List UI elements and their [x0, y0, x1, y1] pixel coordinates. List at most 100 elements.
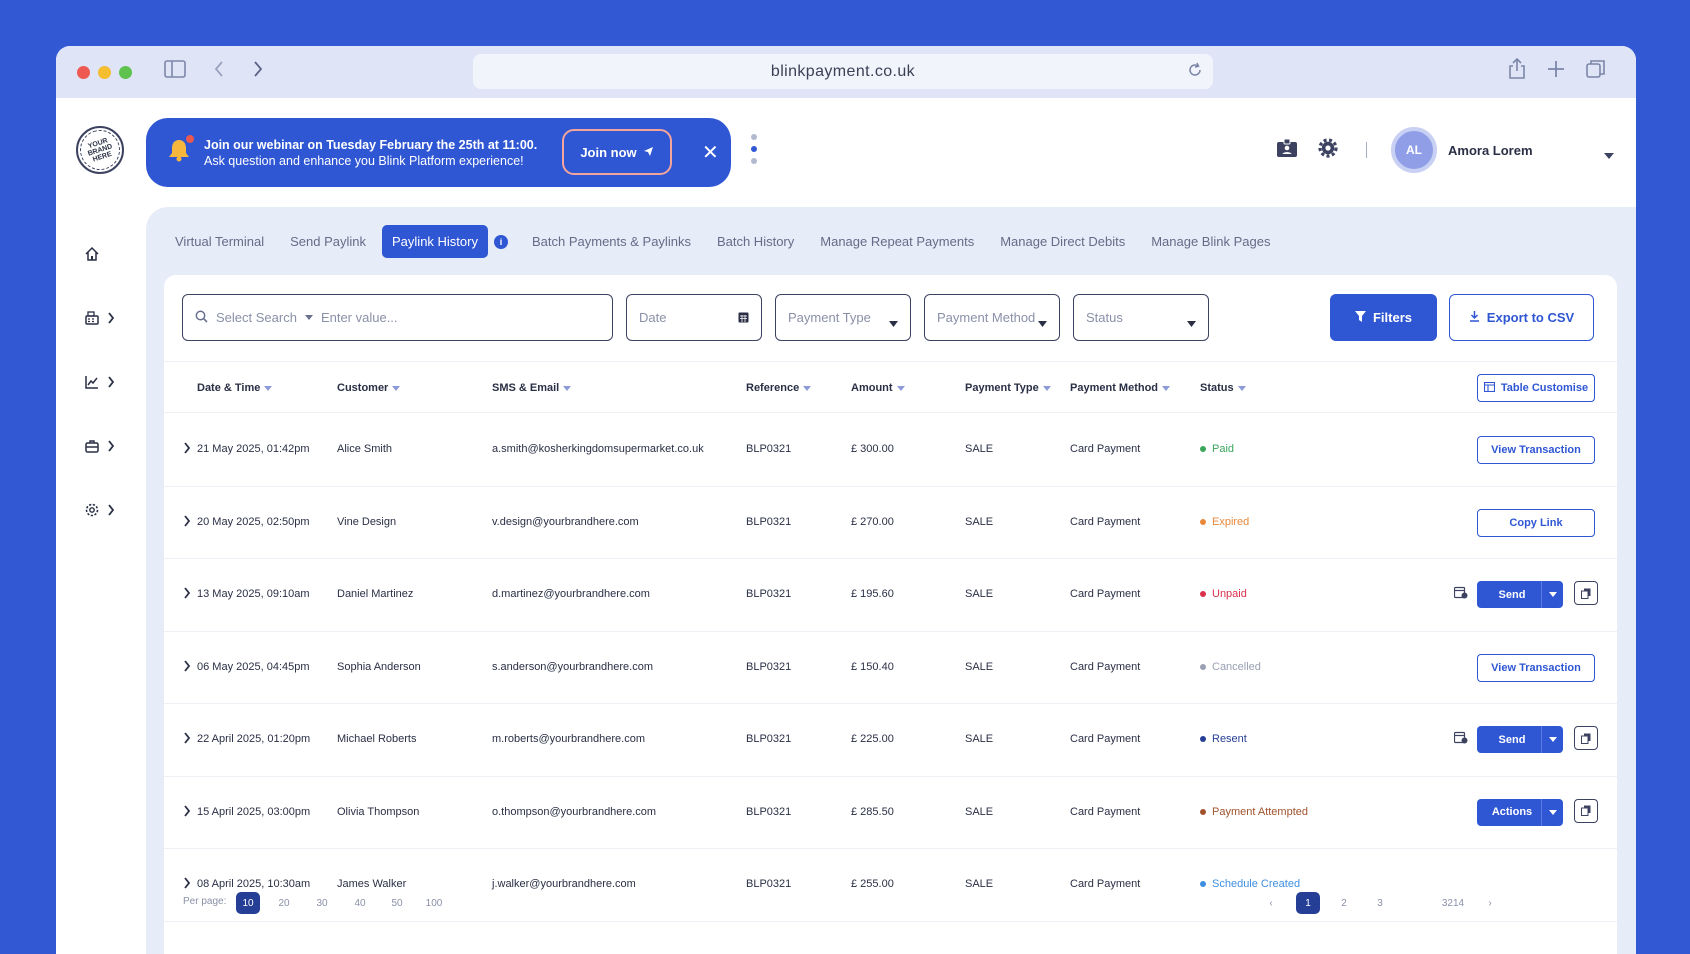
sidebar-item-terminal[interactable]	[84, 288, 124, 352]
carousel-dot[interactable]	[751, 158, 757, 164]
column-payment-type[interactable]: Payment Type	[965, 382, 1051, 394]
next-page-icon[interactable]: ›	[1478, 892, 1502, 914]
avatar[interactable]: AL	[1391, 127, 1437, 173]
per-page-20[interactable]: 20	[272, 892, 296, 914]
table-row[interactable]: 13 May 2025, 09:10am Daniel Martinez d.mar…	[164, 559, 1617, 632]
tab-direct-debits[interactable]: Manage Direct Debits	[990, 225, 1135, 258]
column-status[interactable]: Status	[1200, 382, 1246, 394]
maximize-window-button[interactable]	[119, 65, 132, 79]
view-transaction-button[interactable]: View Transaction	[1477, 436, 1595, 464]
per-page-50[interactable]: 50	[385, 892, 409, 914]
settings-gear-icon[interactable]	[1318, 138, 1338, 163]
chevron-right-icon	[107, 311, 115, 329]
close-banner-icon[interactable]: ✕	[702, 140, 719, 165]
payment-type-select[interactable]: Payment Type	[775, 294, 911, 341]
column-reference[interactable]: Reference	[746, 382, 812, 394]
address-bar[interactable]: blinkpayment.co.uk	[473, 54, 1213, 89]
export-csv-button[interactable]: Export to CSV	[1449, 294, 1594, 341]
per-page-40[interactable]: 40	[348, 892, 372, 914]
brand-logo[interactable]: YOUR BRAND HERE	[74, 124, 126, 176]
schedule-calendar-icon[interactable]	[1453, 731, 1468, 749]
per-page-10[interactable]: 10	[236, 892, 260, 914]
expand-row-chevron-icon[interactable]	[183, 659, 191, 677]
column-sms-email[interactable]: SMS & Email	[492, 382, 572, 394]
chevron-down-icon	[1038, 315, 1047, 330]
table-row[interactable]: 15 April 2025, 03:00pm Olivia Thompson o.t…	[164, 777, 1617, 849]
payment-method-select[interactable]: Payment Method	[924, 294, 1060, 341]
sidebar-item-home[interactable]	[84, 224, 124, 288]
forward-icon[interactable]	[252, 60, 264, 83]
tabs-overview-icon[interactable]	[1586, 59, 1606, 84]
tab-batch-history[interactable]: Batch History	[707, 225, 804, 258]
table-row[interactable]: 21 May 2025, 01:42pm Alice Smith a.smith@k…	[164, 414, 1617, 487]
sidebar-item-business[interactable]	[84, 416, 124, 480]
table-row[interactable]: 06 May 2025, 04:45pm Sophia Anderson s.and…	[164, 632, 1617, 704]
tab-repeat-payments[interactable]: Manage Repeat Payments	[810, 225, 984, 258]
expand-row-chevron-icon[interactable]	[183, 514, 191, 532]
row-payment-type: SALE	[965, 733, 994, 745]
expand-row-chevron-icon[interactable]	[183, 804, 191, 822]
copy-icon[interactable]	[1574, 798, 1598, 823]
prev-page-icon[interactable]: ‹	[1259, 892, 1283, 914]
copy-link-button[interactable]: Copy Link	[1477, 508, 1595, 537]
sidebar-item-settings[interactable]	[84, 480, 124, 544]
search-field[interactable]: Select Search Enter value...	[182, 294, 613, 341]
column-customer[interactable]: Customer	[337, 382, 401, 394]
minimize-window-button[interactable]	[98, 65, 111, 79]
per-page-30[interactable]: 30	[310, 892, 334, 914]
page-2[interactable]: 2	[1332, 892, 1356, 914]
user-menu-chevron-down-icon[interactable]	[1604, 146, 1614, 164]
page-3[interactable]: 3	[1368, 892, 1392, 914]
expand-row-chevron-icon[interactable]	[183, 586, 191, 604]
id-card-icon[interactable]	[1276, 138, 1298, 163]
table-row[interactable]: 20 May 2025, 02:50pm Vine Design v.design@…	[164, 487, 1617, 559]
send-button[interactable]: Send	[1477, 726, 1563, 753]
join-now-button[interactable]: Join now	[562, 129, 672, 175]
sidebar-item-reports[interactable]	[84, 352, 124, 416]
chevron-down-icon[interactable]	[1541, 581, 1563, 608]
expand-row-chevron-icon[interactable]	[183, 731, 191, 749]
chevron-down-icon[interactable]	[1541, 726, 1563, 753]
table-row[interactable]: 22 April 2025, 01:20pm Michael Roberts m.r…	[164, 704, 1617, 777]
search-input[interactable]: Enter value...	[321, 310, 398, 325]
per-page-100[interactable]: 100	[422, 892, 446, 914]
carousel-dot-active[interactable]	[751, 146, 757, 152]
expand-row-chevron-icon[interactable]	[183, 441, 191, 459]
column-date-time[interactable]: Date & Time	[197, 382, 273, 394]
actions-button[interactable]: Actions	[1477, 798, 1563, 826]
reload-icon[interactable]	[1187, 62, 1203, 83]
copy-icon[interactable]	[1574, 726, 1598, 750]
carousel-dot[interactable]	[751, 134, 757, 140]
tab-virtual-terminal[interactable]: Virtual Terminal	[165, 225, 274, 258]
column-amount[interactable]: Amount	[851, 382, 905, 394]
filters-button[interactable]: Filters	[1330, 294, 1437, 341]
new-tab-icon[interactable]	[1547, 60, 1565, 83]
tab-paylink-history[interactable]: Paylink History	[382, 225, 488, 258]
row-email: v.design@yourbrandhere.com	[492, 515, 639, 528]
tab-blink-pages[interactable]: Manage Blink Pages	[1141, 225, 1280, 258]
row-payment-method: Card Payment	[1070, 660, 1141, 673]
copy-icon[interactable]	[1574, 581, 1598, 605]
user-name[interactable]: Amora Lorem	[1448, 143, 1533, 158]
view-transaction-button[interactable]: View Transaction	[1477, 653, 1595, 682]
info-icon[interactable]: i	[493, 234, 508, 249]
tab-send-paylink[interactable]: Send Paylink	[280, 225, 376, 258]
schedule-calendar-icon[interactable]	[1453, 586, 1468, 604]
browser-chrome: blinkpayment.co.uk	[56, 46, 1636, 98]
status-select[interactable]: Status	[1073, 294, 1209, 341]
back-icon[interactable]	[213, 60, 225, 83]
chevron-down-icon[interactable]	[1541, 798, 1563, 826]
chevron-down-icon	[304, 315, 313, 320]
page-1[interactable]: 1	[1296, 892, 1320, 914]
sidebar-toggle-icon[interactable]	[164, 60, 186, 83]
tab-batch-payments[interactable]: Batch Payments & Paylinks	[522, 225, 701, 258]
column-payment-method[interactable]: Payment Method	[1070, 382, 1171, 394]
date-field[interactable]: Date	[626, 294, 762, 341]
close-window-button[interactable]	[77, 65, 90, 79]
send-button[interactable]: Send	[1477, 581, 1563, 608]
filter-bar: Select Search Enter value... Date Paymen…	[182, 294, 1209, 341]
select-search-dropdown[interactable]: Select Search	[216, 310, 313, 325]
page-last[interactable]: 3214	[1436, 892, 1470, 914]
table-customise-button[interactable]: Table Customise	[1477, 374, 1595, 402]
share-icon[interactable]	[1508, 57, 1526, 85]
